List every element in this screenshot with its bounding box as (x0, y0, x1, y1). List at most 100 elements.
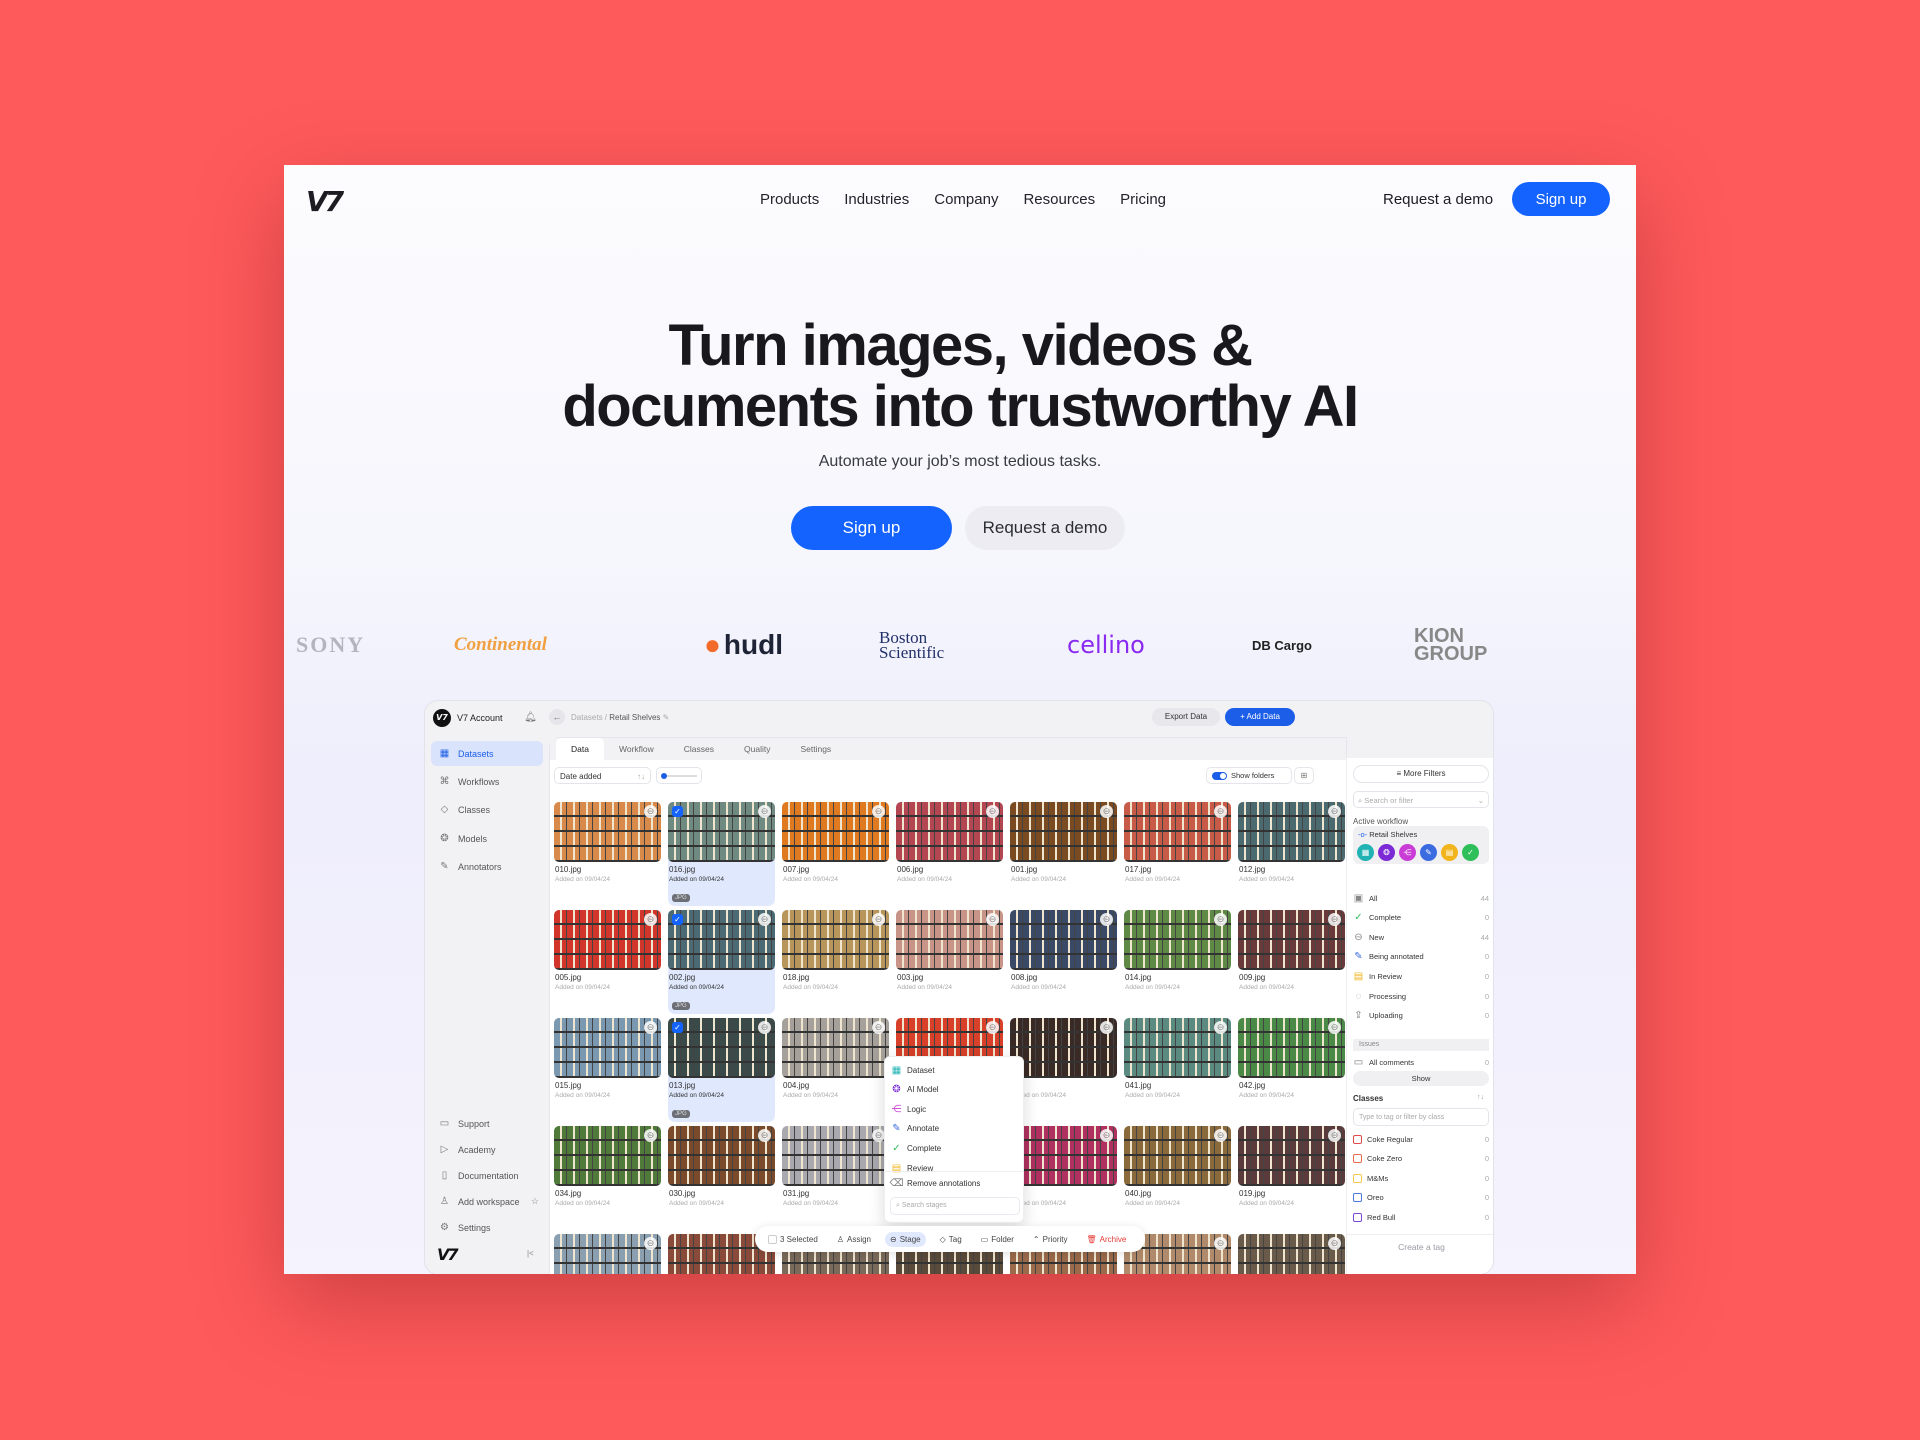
image-card[interactable]: ⊖ 005.jpg Added on 09/04/24 (554, 910, 661, 1014)
status-filter-all[interactable]: ▣ All 44 (1353, 890, 1489, 906)
status-filter-being-annotated[interactable]: ✎ Being annotated 0 (1353, 949, 1489, 965)
nav-resources[interactable]: Resources (1023, 191, 1095, 208)
menu-item-dataset[interactable]: ▦ Dataset (891, 1061, 935, 1079)
workflow-stage-icon[interactable]: ✓ (1462, 844, 1479, 861)
image-card[interactable]: ⊖ 001.jpg Added on 09/04/24 (1010, 802, 1117, 906)
assign-button[interactable]: ♙ Assign (832, 1232, 876, 1247)
workflow-stage-icon[interactable]: ✎ (1420, 844, 1437, 861)
image-card[interactable]: ⊖ 040.jpg Added on 09/04/24 (1124, 1126, 1231, 1230)
class-filter-input[interactable]: Type to tag or filter by class (1353, 1108, 1489, 1126)
image-card[interactable]: ⊖jpgAdded on 09/04/24 (1010, 1126, 1117, 1230)
more-filters-button[interactable]: ≡ More Filters (1353, 765, 1489, 783)
checkbox[interactable] (768, 1234, 777, 1244)
image-card[interactable]: ⊖ 041.jpg Added on 09/04/24 (1124, 1018, 1231, 1122)
image-card[interactable]: ⊖ 007.jpg Added on 09/04/24 (782, 802, 889, 906)
export-data-button[interactable]: Export Data (1152, 708, 1220, 726)
menu-item-ai-model[interactable]: ❂ AI Model (891, 1081, 938, 1099)
tag-button[interactable]: ◇ Tag (935, 1232, 967, 1247)
nav-company[interactable]: Company (934, 191, 998, 208)
workflow-card[interactable]: -o- Retail Shelves ▦ ❂ ⋲ ✎ ▤ ✓ (1353, 826, 1489, 864)
selected-checkbox[interactable]: ✓ (672, 1022, 683, 1033)
selected-checkbox[interactable]: ✓ (672, 806, 683, 817)
image-card[interactable]: ⊖ 018.jpg Added on 09/04/24 (782, 910, 889, 1014)
menu-item-remove-annotations[interactable]: ⌫ Remove annotations (889, 1174, 980, 1192)
create-tag-button[interactable]: Create a tag (1347, 1242, 1493, 1252)
pencil-icon[interactable]: ✎ (663, 713, 670, 722)
tab-quality[interactable]: Quality (729, 738, 785, 760)
add-data-button[interactable]: + Add Data (1225, 708, 1295, 726)
image-card[interactable]: ⊖ 006.jpg Added on 09/04/24 (896, 802, 1003, 906)
sort-classes-icon[interactable]: ↑↓ (1477, 1094, 1484, 1101)
v7-logo[interactable]: V7 (306, 185, 344, 218)
slider-thumb[interactable] (661, 773, 667, 779)
tab-classes[interactable]: Classes (669, 738, 729, 760)
image-card[interactable]: ⊖ 009.jpg Added on 09/04/24 (1238, 910, 1345, 1014)
image-card[interactable]: ⊖ ✓ JPG 002.jpg Added on 09/04/24 (668, 910, 775, 1014)
stage-button[interactable]: ⊖ Stage (885, 1231, 926, 1247)
menu-item-annotate[interactable]: ✎ Annotate (891, 1120, 939, 1138)
menu-item-complete[interactable]: ✓ Complete (891, 1139, 941, 1157)
collapse-sidebar-icon[interactable]: |< (527, 1249, 534, 1258)
image-card[interactable]: ⊖jpgAdded on 09/04/24 (1010, 1018, 1117, 1122)
nav-signup-button[interactable]: Sign up (1512, 182, 1610, 216)
sidebar-item-classes[interactable]: ◇ Classes (431, 797, 543, 822)
account-avatar[interactable]: V7 (433, 709, 451, 727)
image-card[interactable]: ⊖ 015.jpg Added on 09/04/24 (554, 1018, 661, 1122)
class-item[interactable]: Coke Regular 0 (1353, 1131, 1489, 1147)
back-arrow-icon[interactable]: ← (549, 709, 565, 725)
class-item[interactable]: Coke Zero 0 (1353, 1151, 1489, 1167)
sort-dropdown[interactable]: Date added ↑↓ (554, 767, 651, 784)
image-card[interactable]: ⊖ 014.jpg Added on 09/04/24 (1124, 910, 1231, 1014)
workflow-stage-icon[interactable]: ▤ (1441, 844, 1458, 861)
sidebar-item-annotators[interactable]: ✎ Annotators (431, 854, 543, 879)
image-card[interactable]: ⊖ ✓ JPG 013.jpg Added on 09/04/24 (668, 1018, 775, 1122)
sidebar-item-academy[interactable]: ▷ Academy (431, 1137, 543, 1162)
image-card[interactable]: ⊖ ✓ JPG 016.jpg Added on 09/04/24 (668, 802, 775, 906)
account-name[interactable]: V7 Account (457, 713, 503, 723)
priority-button[interactable]: ⌃ Priority (1028, 1232, 1073, 1247)
tab-data[interactable]: Data (556, 738, 604, 760)
status-filter-processing[interactable]: ◌ Processing 0 (1353, 988, 1489, 1004)
image-card[interactable]: ⊖ (554, 1234, 661, 1274)
bell-icon[interactable]: 🔔︎ (524, 712, 537, 723)
status-filter-complete[interactable]: ✓ Complete 0 (1353, 910, 1489, 926)
image-card[interactable]: ⊖ 008.jpg Added on 09/04/24 (1010, 910, 1117, 1014)
tab-workflow[interactable]: Workflow (604, 738, 669, 760)
image-card[interactable]: ⊖ 030.jpg Added on 09/04/24 (668, 1126, 775, 1230)
sidebar-item-datasets[interactable]: ▦ Datasets (431, 741, 543, 766)
class-item[interactable]: Red Bull 0 (1353, 1209, 1489, 1225)
image-card[interactable]: ⊖ (1238, 1234, 1345, 1274)
archive-button[interactable]: 🗑︎ Archive (1082, 1232, 1132, 1247)
selected-checkbox[interactable]: ✓ (672, 914, 683, 925)
sidebar-item-settings[interactable]: ⚙ Settings (431, 1215, 543, 1240)
hero-signup-button[interactable]: Sign up (791, 506, 952, 550)
image-card[interactable]: ⊖ 019.jpg Added on 09/04/24 (1238, 1126, 1345, 1230)
image-card[interactable]: ⊖ 042.jpg Added on 09/04/24 (1238, 1018, 1345, 1122)
sidebar-item-support[interactable]: ▭ Support (431, 1111, 543, 1136)
status-filter-new[interactable]: ⊖ New 44 (1353, 929, 1489, 945)
nav-request-demo[interactable]: Request a demo (1383, 191, 1493, 208)
image-card[interactable]: ⊖ 012.jpg Added on 09/04/24 (1238, 802, 1345, 906)
image-card[interactable]: ⊖ 010.jpg Added on 09/04/24 (554, 802, 661, 906)
status-filter-in-review[interactable]: ▤ In Review 0 (1353, 968, 1489, 984)
class-item[interactable]: Oreo 0 (1353, 1190, 1489, 1206)
sidebar-item-workflows[interactable]: ⌘ Workflows (431, 769, 543, 794)
show-button[interactable]: Show (1353, 1071, 1489, 1086)
nav-industries[interactable]: Industries (844, 191, 909, 208)
show-folders-toggle[interactable]: Show folders (1206, 767, 1292, 784)
image-card[interactable]: ⊖ 017.jpg Added on 09/04/24 (1124, 802, 1231, 906)
folder-button[interactable]: ▭ Folder (976, 1232, 1019, 1247)
sidebar-item-add-workspace[interactable]: ♙ Add workspace ☆ (431, 1189, 543, 1214)
image-card[interactable]: ⊖ 031.jpg Added on 09/04/24 (782, 1126, 889, 1230)
image-card[interactable]: ⊖ 003.jpg Added on 09/04/24 (896, 910, 1003, 1014)
toggle-switch[interactable] (1212, 771, 1227, 780)
status-filter-uploading[interactable]: ⇪ Uploading 0 (1353, 1008, 1489, 1024)
nav-products[interactable]: Products (760, 191, 819, 208)
menu-item-logic[interactable]: ⋲ Logic (891, 1100, 927, 1118)
thumbnail-size-slider[interactable] (656, 767, 702, 784)
new-folder-icon[interactable]: ⊞ (1294, 767, 1314, 784)
sidebar-item-documentation[interactable]: ▯ Documentation (431, 1163, 543, 1188)
workflow-stage-icon[interactable]: ⋲ (1399, 844, 1416, 861)
breadcrumb-datasets[interactable]: Datasets / (571, 713, 607, 722)
search-filter-input[interactable]: ⌕ Search or filter ⌄ (1353, 791, 1489, 808)
